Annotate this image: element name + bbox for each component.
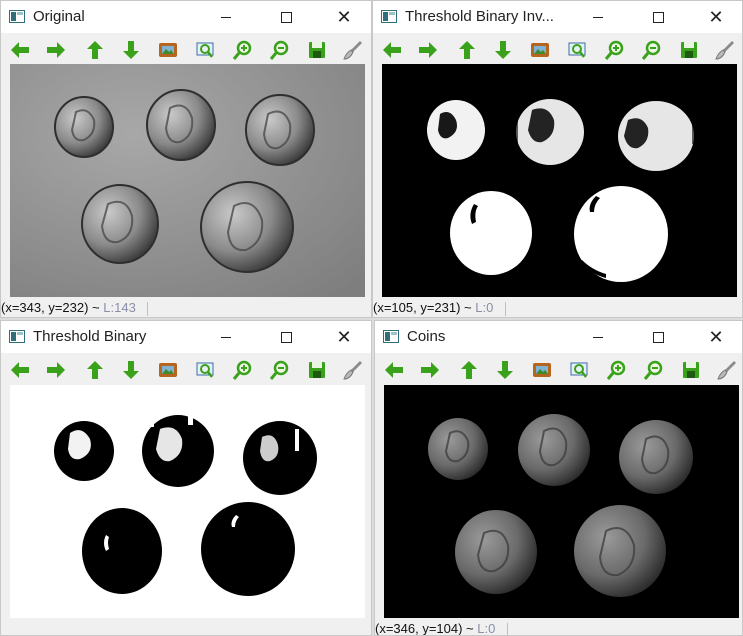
close-button[interactable]: ✕ (693, 1, 739, 33)
save-icon[interactable] (678, 39, 700, 61)
pan-left-icon[interactable] (9, 359, 31, 381)
zoom-out-icon[interactable] (641, 39, 663, 61)
status-bar: (x=105, y=231) ~ L:0 (373, 297, 742, 317)
image-threshold-binary[interactable] (10, 385, 365, 618)
zoom-window-icon[interactable] (194, 359, 216, 381)
app-icon (9, 330, 25, 343)
properties-brush-icon[interactable] (716, 359, 738, 381)
toolbar (373, 33, 742, 65)
minimize-button[interactable] (203, 321, 249, 353)
title-bar[interactable]: Original ✕ (1, 1, 371, 33)
window-title: Threshold Binary (33, 328, 147, 345)
zoom-window-icon[interactable] (566, 39, 588, 61)
window-title: Coins (407, 328, 446, 345)
minimize-button[interactable] (203, 1, 249, 33)
status-pixel-value: L:0 (477, 621, 496, 636)
zoom-window-icon[interactable] (194, 39, 216, 61)
zoom-out-icon[interactable] (269, 359, 291, 381)
zoom-in-icon[interactable] (604, 39, 626, 61)
app-icon (381, 10, 397, 23)
toolbar (1, 33, 371, 65)
status-coordinates: (x=346, y=104) ~ (375, 621, 474, 636)
toolbar (375, 353, 742, 385)
pan-right-icon[interactable] (45, 359, 67, 381)
save-image-icon[interactable] (157, 39, 179, 61)
maximize-button[interactable] (263, 1, 309, 33)
title-bar[interactable]: Threshold Binary ✕ (1, 321, 371, 353)
close-button[interactable]: ✕ (321, 321, 367, 353)
pan-left-icon[interactable] (9, 39, 31, 61)
zoom-in-icon[interactable] (232, 39, 254, 61)
image-threshold-binary-inv[interactable] (382, 64, 737, 297)
save-icon[interactable] (680, 359, 702, 381)
zoom-out-icon[interactable] (643, 359, 665, 381)
maximize-button[interactable] (635, 321, 681, 353)
window-threshold-binary: Threshold Binary ✕ (0, 320, 372, 636)
save-image-icon[interactable] (529, 39, 551, 61)
maximize-button[interactable] (635, 1, 681, 33)
pan-up-icon[interactable] (456, 39, 478, 61)
pan-down-icon[interactable] (492, 39, 514, 61)
toolbar (1, 353, 371, 385)
pan-up-icon[interactable] (458, 359, 480, 381)
zoom-out-icon[interactable] (269, 39, 291, 61)
window-original: Original ✕ (x=343, y=232) ~ L:143 (0, 0, 372, 318)
image-coins[interactable] (384, 385, 739, 618)
properties-brush-icon[interactable] (342, 359, 364, 381)
app-icon (9, 10, 25, 23)
status-bar: (x=343, y=232) ~ L:143 (1, 297, 371, 317)
title-bar[interactable]: Threshold Binary Inv... ✕ (373, 1, 742, 33)
pan-left-icon[interactable] (381, 39, 403, 61)
pan-down-icon[interactable] (120, 39, 142, 61)
save-image-icon[interactable] (157, 359, 179, 381)
save-icon[interactable] (306, 359, 328, 381)
properties-brush-icon[interactable] (342, 39, 364, 61)
pan-down-icon[interactable] (494, 359, 516, 381)
status-coordinates: (x=343, y=232) ~ (1, 300, 100, 315)
image-original[interactable] (10, 64, 365, 297)
maximize-button[interactable] (263, 321, 309, 353)
close-button[interactable]: ✕ (321, 1, 367, 33)
window-title: Threshold Binary Inv... (405, 8, 554, 25)
zoom-in-icon[interactable] (606, 359, 628, 381)
pan-up-icon[interactable] (84, 39, 106, 61)
app-icon (383, 330, 399, 343)
pan-right-icon[interactable] (45, 39, 67, 61)
status-pixel-value: L:143 (103, 300, 136, 315)
save-image-icon[interactable] (531, 359, 553, 381)
zoom-window-icon[interactable] (568, 359, 590, 381)
close-button[interactable]: ✕ (693, 321, 739, 353)
status-separator (147, 301, 149, 316)
minimize-button[interactable] (575, 321, 621, 353)
zoom-in-icon[interactable] (232, 359, 254, 381)
title-bar[interactable]: Coins ✕ (375, 321, 742, 353)
status-pixel-value: L:0 (475, 300, 494, 315)
status-separator (504, 301, 506, 316)
minimize-button[interactable] (575, 1, 621, 33)
status-separator (506, 622, 508, 635)
window-title: Original (33, 8, 85, 25)
pan-left-icon[interactable] (383, 359, 405, 381)
pan-down-icon[interactable] (120, 359, 142, 381)
pan-right-icon[interactable] (419, 359, 441, 381)
window-coins: Coins ✕ (x=346, y=104) ~ L:0 (374, 320, 743, 636)
window-threshold-binary-inv: Threshold Binary Inv... ✕ (x=105, y=231)… (372, 0, 743, 318)
save-icon[interactable] (306, 39, 328, 61)
status-coordinates: (x=105, y=231) ~ (373, 300, 472, 315)
pan-up-icon[interactable] (84, 359, 106, 381)
pan-right-icon[interactable] (417, 39, 439, 61)
status-bar: (x=346, y=104) ~ L:0 (375, 618, 742, 636)
properties-brush-icon[interactable] (714, 39, 736, 61)
